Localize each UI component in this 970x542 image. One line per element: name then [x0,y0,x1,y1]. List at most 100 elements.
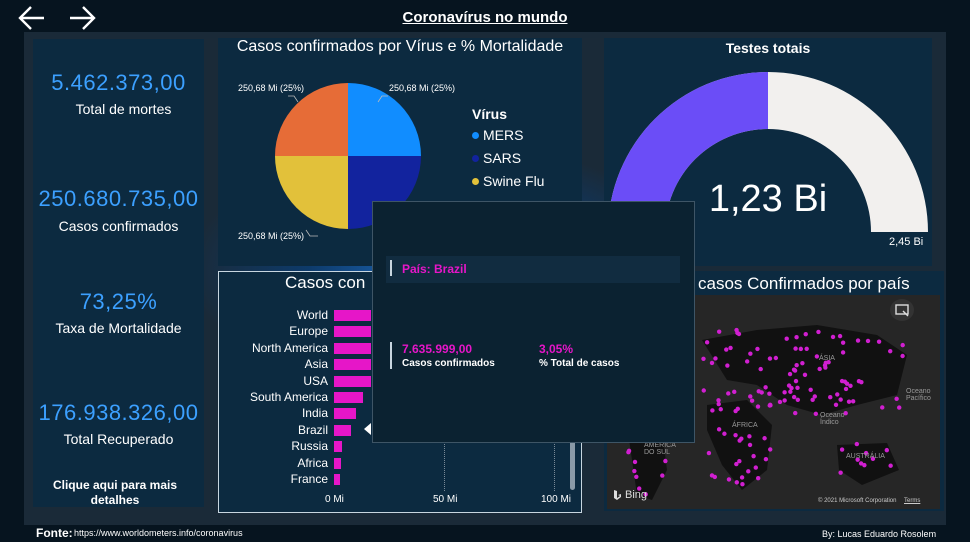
map-country-dot[interactable] [733,408,738,414]
map-country-dot[interactable] [758,366,763,372]
pie-slice-other[interactable] [275,83,348,156]
map-country-dot[interactable] [626,450,631,455]
map-country-dot[interactable] [838,470,843,475]
bar-asia[interactable] [334,359,372,371]
map-country-dot[interactable] [763,385,768,390]
map-country-dot[interactable] [734,480,739,485]
map-country-dot[interactable] [823,365,828,370]
map-country-dot[interactable] [837,333,843,339]
map-country-dot[interactable] [798,346,804,352]
bar-chart-scrollbar[interactable] [570,440,575,490]
map-country-dot[interactable] [791,394,797,400]
focus-mode-button[interactable] [890,299,914,321]
map-country-dot[interactable] [749,398,755,403]
map-country-dot[interactable] [840,350,846,355]
map-country-dot[interactable] [876,339,882,344]
map-country-dot[interactable] [632,468,637,474]
bar-usa[interactable] [334,375,372,387]
map-country-dot[interactable] [850,399,856,404]
map-country-dot[interactable] [704,340,710,345]
map-country-dot[interactable] [767,402,773,408]
pie-slice-mers[interactable] [348,83,421,156]
map-country-dot[interactable] [737,459,742,464]
map-country-dot[interactable] [830,334,836,340]
map-country-dot[interactable] [716,329,722,334]
map-country-dot[interactable] [716,427,722,432]
map-country-dot[interactable] [756,389,761,394]
map-country-dot[interactable] [888,348,893,354]
map-country-dot[interactable] [794,335,799,340]
map-country-dot[interactable] [755,346,760,352]
map-country-dot[interactable] [843,386,849,392]
map-country-dot[interactable] [835,392,840,397]
bar-world[interactable] [334,310,372,321]
bar-brazil[interactable] [334,424,351,436]
map-country-dot[interactable] [755,475,761,481]
map-country-dot[interactable] [726,477,732,482]
map-country-dot[interactable] [722,431,727,436]
map-country-dot[interactable] [794,362,799,368]
map-country-dot[interactable] [753,465,758,470]
map-country-dot[interactable] [808,387,813,392]
map-country-dot[interactable] [784,336,789,341]
map-country-dot[interactable] [660,473,665,478]
map-country-dot[interactable] [800,360,805,366]
map-country-dot[interactable] [773,355,779,361]
map-country-dot[interactable] [701,356,706,361]
map-country-dot[interactable] [900,342,905,348]
map-country-dot[interactable] [732,389,737,395]
map-country-dot[interactable] [768,447,773,452]
map-country-dot[interactable] [728,345,733,351]
map-country-dot[interactable] [846,399,852,404]
bar-russia[interactable] [334,441,342,453]
map-country-dot[interactable] [767,356,773,361]
map-country-dot[interactable] [747,442,753,448]
map-country-dot[interactable] [737,438,742,443]
map-country-dot[interactable] [862,462,867,468]
map-country-dot[interactable] [865,338,871,344]
map-country-dot[interactable] [726,391,731,396]
map-country-dot[interactable] [795,397,801,402]
map-country-dot[interactable] [632,459,638,465]
map-country-dot[interactable] [739,475,745,480]
map-country-dot[interactable] [755,404,761,409]
map-country-dot[interactable] [718,407,723,412]
map-country-dot[interactable] [813,411,819,416]
legend-item-swine-flu[interactable]: Swine Flu [472,173,544,189]
map-country-dot[interactable] [839,447,845,452]
map-country-dot[interactable] [712,474,718,480]
bar-south-america[interactable] [334,392,363,403]
map-country-dot[interactable] [716,401,721,407]
map-country-dot[interactable] [838,397,843,402]
map-country-dot[interactable] [828,395,833,400]
map-country-dot[interactable] [884,447,890,453]
map-country-dot[interactable] [634,474,639,479]
map-terms-link[interactable]: Terms [904,498,920,504]
map-country-dot[interactable] [706,450,712,456]
legend-item-mers[interactable]: MERS [472,127,523,143]
bar-europe[interactable] [334,326,372,338]
map-country-dot[interactable] [803,331,808,337]
map-country-dot[interactable] [710,408,715,413]
map-country-dot[interactable] [747,434,752,439]
map-country-dot[interactable] [840,340,846,345]
map-country-dot[interactable] [777,399,783,405]
map-country-dot[interactable] [748,351,753,356]
map-country-dot[interactable] [900,353,905,359]
map-country-dot[interactable] [734,327,739,333]
bar-north-america[interactable] [334,342,372,354]
map-country-dot[interactable] [767,391,772,396]
map-country-dot[interactable] [839,378,845,384]
details-link[interactable]: Clique aqui para mais detalhes [40,478,190,508]
map-country-dot[interactable] [724,347,729,352]
map-country-dot[interactable] [816,329,821,335]
map-country-dot[interactable] [713,356,718,361]
map-country-dot[interactable] [810,397,815,403]
map-country-dot[interactable] [762,436,767,441]
map-country-dot[interactable] [751,453,756,459]
map-country-dot[interactable] [855,338,861,343]
legend-item-sars[interactable]: SARS [472,150,521,166]
map-country-dot[interactable] [856,379,862,384]
bar-africa[interactable] [334,457,341,469]
map-country-dot[interactable] [746,469,751,474]
